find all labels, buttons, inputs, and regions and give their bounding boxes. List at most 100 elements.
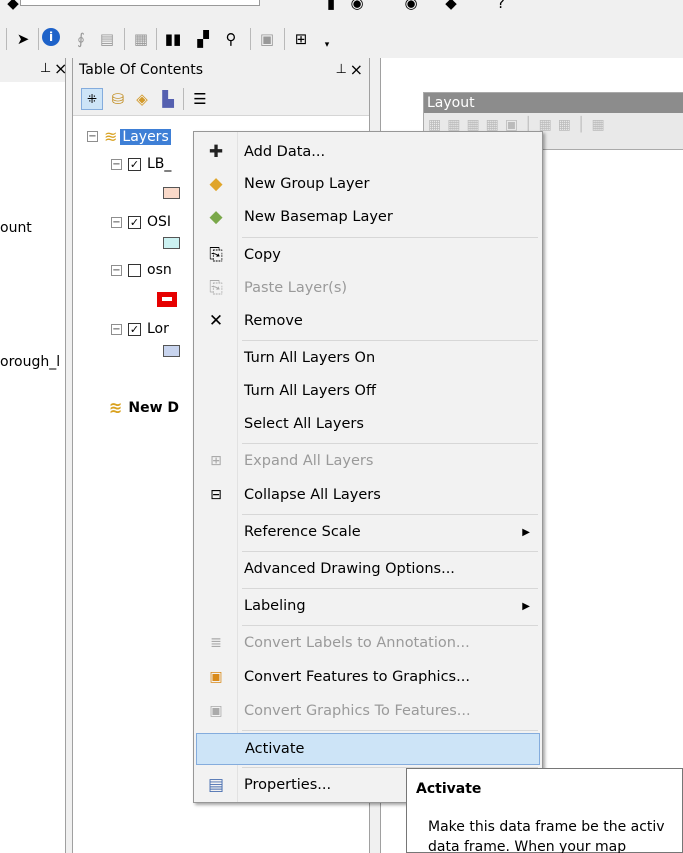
data-frame-label[interactable]: New D [128,400,179,416]
convert-features-icon: ▣ [209,669,223,685]
menu-item-activate[interactable]: Activate [196,733,540,765]
collapse-icon[interactable]: − [111,158,122,170]
menu-separator [242,588,538,589]
menu-item-paste-layers[interactable]: ⎘ Paste Layer(s) [196,272,540,304]
toolbar-options-icon[interactable]: ▾ [316,34,338,56]
paste-icon: ⎘ [209,278,223,298]
help-icon[interactable]: ? [490,0,512,14]
separator [6,28,7,50]
toc-layer-item[interactable]: − ✓ LB_ [111,156,171,172]
tooltip-line: data frame. When your map [428,839,627,853]
left-pane: ⊥ × ount orough_l [0,58,67,853]
menu-item-copy[interactable]: ⎘ Copy [196,239,540,271]
menu-item-label: Collapse All Layers [244,487,381,503]
left-pane-header: ⊥ × [0,58,67,82]
menu-item-reference-scale[interactable]: Reference Scale ▶ [196,516,540,548]
time-slider-icon[interactable]: ▣ [256,28,278,50]
toc-layer-item[interactable]: − ✓ OSI [111,214,171,230]
html-popup-icon[interactable]: ▤ [96,28,118,50]
go-to-xy-icon[interactable]: ⚲ [220,28,242,50]
collapse-icon[interactable]: − [111,323,122,335]
menu-item-convert-features[interactable]: ▣ Convert Features to Graphics... [196,661,540,693]
menu-separator [242,625,538,626]
menu-item-new-basemap-layer[interactable]: ◆ New Basemap Layer [196,201,540,233]
list-by-selection-icon[interactable]: ▙ [157,88,179,110]
menu-item-turn-all-layers-on[interactable]: Turn All Layers On [196,342,540,374]
menu-item-collapse-all-layers[interactable]: ⊟ Collapse All Layers [196,479,540,511]
tooltip: Activate Make this data frame be the act… [406,768,683,853]
separator [284,28,285,50]
remove-icon: ✕ [208,311,224,331]
layer-symbol-swatch[interactable] [163,187,180,199]
menu-item-expand-all-layers[interactable]: ⊞ Expand All Layers [196,445,540,477]
collapse-icon[interactable]: − [87,131,98,142]
separator [124,28,125,50]
menu-item-advanced-drawing-options[interactable]: Advanced Drawing Options... [196,553,540,585]
tools-toolbar: ➤ i ∮ ▤ ▦ ▮▮ ▞ ⚲ ▣ ⊞ ▾ [0,24,420,58]
layer-label[interactable]: Lor [147,321,169,337]
layer-label[interactable]: osn [147,262,172,278]
binoculars-icon[interactable]: ▮ [320,0,342,14]
identify-icon[interactable]: i [42,28,60,46]
context-menu: ✚ Add Data... ◆ New Group Layer ◆ New Ba… [193,131,543,803]
viewer-window-icon[interactable]: ⊞ [290,28,312,50]
collapse-icon: ⊟ [210,487,222,503]
toolbar-icon[interactable]: ◉ [346,0,368,14]
layer-label[interactable]: LB_ [147,156,171,172]
menu-item-turn-all-layers-off[interactable]: Turn All Layers Off [196,375,540,407]
menu-item-label: Select All Layers [244,416,364,432]
layer-label[interactable]: OSI [147,214,171,230]
menu-item-label: Remove [244,313,303,329]
close-icon[interactable]: × [350,60,363,79]
layers-icon: ≋ [104,127,118,146]
toc-title-bar: Table Of Contents ⊥ × [73,58,369,82]
tooltip-title: Activate [416,781,482,797]
list-by-drawing-order-icon[interactable]: ⁜ [81,88,103,110]
root-layer-label[interactable]: Layers [120,128,171,145]
collapse-icon[interactable]: − [111,264,122,276]
menu-item-label: Turn All Layers Off [244,383,376,399]
separator [250,28,251,50]
pin-icon[interactable]: ⊥ [336,62,347,77]
options-icon[interactable]: ☰ [189,88,211,110]
hyperlink-icon[interactable]: ∮ [70,28,92,50]
list-by-visibility-icon[interactable]: ◈ [131,88,153,110]
layer-checkbox[interactable]: ✓ [128,215,141,229]
toc-data-frame[interactable]: ≋ New D [109,398,179,417]
menu-item-remove[interactable]: ✕ Remove [196,305,540,337]
layer-symbol-swatch[interactable] [157,292,177,307]
scale-combo[interactable] [20,0,260,6]
toc-layer-item[interactable]: − osn [111,262,172,278]
left-pane-text: ount [0,220,32,236]
layer-symbol-swatch[interactable] [163,345,180,357]
menu-item-add-data[interactable]: ✚ Add Data... [196,136,540,168]
list-by-source-icon[interactable]: ⛁ [107,88,129,110]
menu-item-convert-graphics[interactable]: ▣ Convert Graphics To Features... [196,695,540,727]
find-route-icon[interactable]: ▞ [192,28,214,50]
find-icon[interactable]: ▮▮ [162,28,184,50]
toolbar-icon[interactable]: ◆ [440,0,462,14]
close-icon[interactable]: × [54,59,67,78]
toolbar-icon[interactable]: ◉ [400,0,422,14]
menu-item-convert-labels[interactable]: ≣ Convert Labels to Annotation... [196,627,540,659]
layer-symbol-swatch[interactable] [163,237,180,249]
layer-checkbox[interactable]: ✓ [128,322,141,336]
convert-graphics-icon: ▣ [209,703,223,719]
toc-root-layer[interactable]: − ≋ Layers [87,127,171,146]
left-pane-text: orough_l [0,354,61,370]
toc-layer-item[interactable]: − ✓ Lor [111,321,169,337]
menu-item-labeling[interactable]: Labeling ▶ [196,590,540,622]
menu-item-new-group-layer[interactable]: ◆ New Group Layer [196,168,540,200]
collapse-icon[interactable]: − [111,216,122,228]
measure-icon[interactable]: ▦ [130,28,152,50]
select-elements-icon[interactable]: ➤ [12,28,34,50]
layer-checkbox[interactable] [128,263,141,277]
copy-icon: ⎘ [209,245,223,265]
menu-item-select-all-layers[interactable]: Select All Layers [196,408,540,440]
separator [183,88,184,110]
pin-icon[interactable]: ⊥ [40,61,51,76]
group-layer-icon: ◆ [209,174,223,194]
add-data-icon: ✚ [208,142,224,162]
layer-checkbox[interactable]: ✓ [128,157,141,171]
menu-item-label: Convert Graphics To Features... [244,703,471,719]
